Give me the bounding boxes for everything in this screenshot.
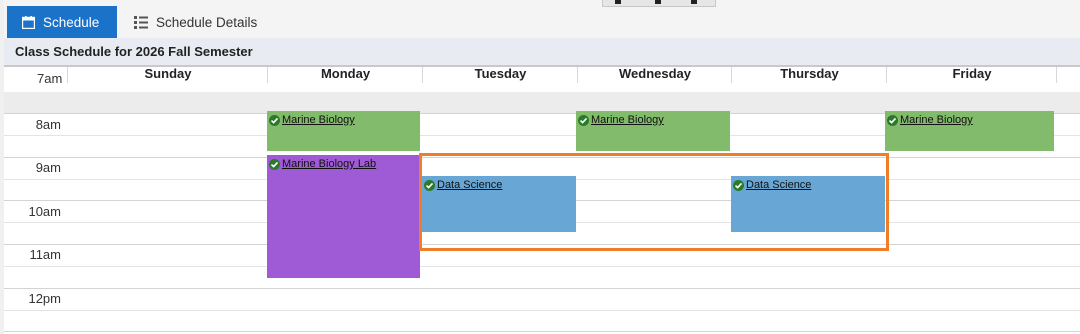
- event-marine-biology-monday[interactable]: Marine Biology: [267, 111, 420, 151]
- time-label-11am: 11am: [29, 247, 61, 262]
- check-icon: [578, 115, 589, 126]
- time-label-7am: 7am: [37, 71, 63, 83]
- window-controls[interactable]: [602, 0, 716, 7]
- day-header-tuesday: Tuesday: [422, 67, 578, 83]
- event-title[interactable]: Marine Biology: [282, 114, 355, 126]
- tab-schedule-details[interactable]: Schedule Details: [130, 6, 290, 38]
- time-label-12pm: 12pm: [28, 291, 61, 306]
- grid-line: [4, 266, 1080, 267]
- control-icon-1[interactable]: [615, 0, 621, 4]
- event-marine-biology-lab-monday[interactable]: Marine Biology Lab: [267, 155, 420, 278]
- list-icon: [134, 15, 148, 29]
- calendar-icon: [22, 15, 35, 29]
- day-header-monday: Monday: [267, 67, 423, 83]
- control-icon-3[interactable]: [691, 0, 697, 4]
- day-header-sunday: Sunday: [67, 67, 268, 83]
- event-title[interactable]: Marine Biology Lab: [282, 158, 376, 170]
- schedule-title-bar: Class Schedule for 2026 Fall Semester: [4, 38, 1080, 67]
- day-header-wednesday: Wednesday: [577, 67, 732, 83]
- day-header-thursday: Thursday: [731, 67, 887, 83]
- tab-schedule[interactable]: Schedule: [7, 6, 117, 38]
- check-icon: [269, 159, 280, 170]
- control-icon-2[interactable]: [655, 0, 661, 4]
- event-title[interactable]: Marine Biology: [591, 114, 664, 126]
- check-icon: [269, 115, 280, 126]
- day-header-overflow: [1056, 67, 1080, 83]
- time-label-8am: 8am: [35, 117, 61, 132]
- tab-schedule-label: Schedule: [43, 14, 100, 30]
- shaded-row: [4, 92, 1080, 113]
- event-marine-biology-wednesday[interactable]: Marine Biology: [576, 111, 730, 151]
- time-label-10am: 10am: [28, 204, 61, 219]
- tab-bar: Schedule Schedule Details: [4, 0, 1080, 38]
- event-title[interactable]: Marine Biology: [900, 114, 973, 126]
- page-title: Class Schedule for 2026 Fall Semester: [15, 44, 253, 59]
- event-marine-biology-friday[interactable]: Marine Biology: [885, 111, 1054, 151]
- highlight-box: [419, 153, 889, 251]
- grid-line: [4, 288, 1080, 289]
- grid-line: [4, 310, 1080, 311]
- check-icon: [887, 115, 898, 126]
- time-label-9am: 9am: [35, 160, 61, 175]
- time-header-cell: 7am: [4, 67, 66, 83]
- day-header-friday: Friday: [886, 67, 1057, 83]
- tab-schedule-details-label: Schedule Details: [156, 14, 258, 30]
- grid-line: [4, 331, 1080, 332]
